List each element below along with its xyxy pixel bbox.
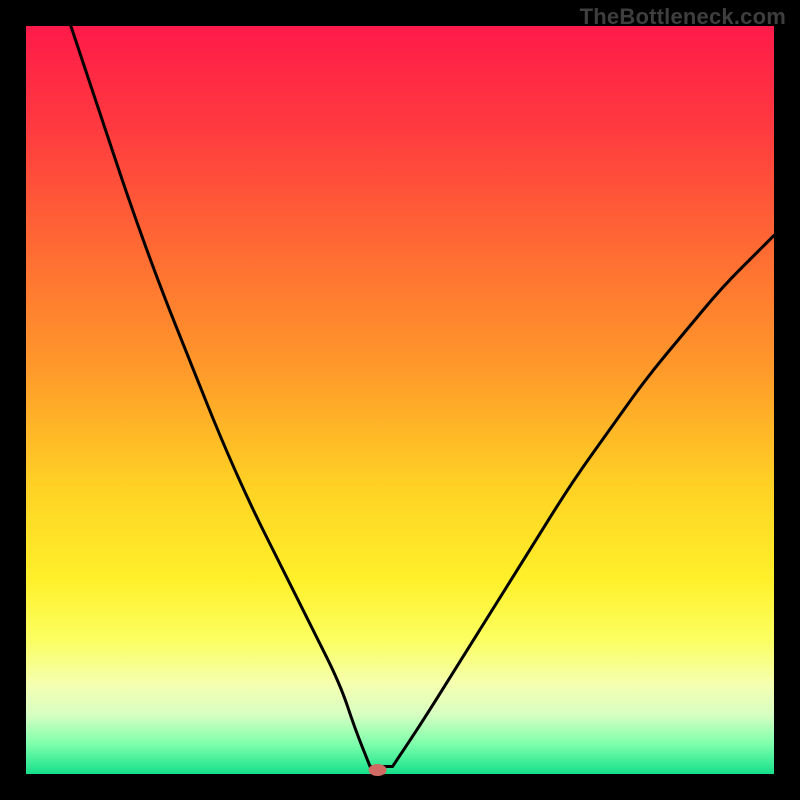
watermark-text: TheBottleneck.com: [580, 4, 786, 30]
curve-path: [71, 26, 774, 767]
plot-area: [26, 26, 774, 774]
chart-frame: TheBottleneck.com: [0, 0, 800, 800]
optimum-marker: [369, 764, 387, 776]
bottleneck-curve: [26, 26, 774, 774]
